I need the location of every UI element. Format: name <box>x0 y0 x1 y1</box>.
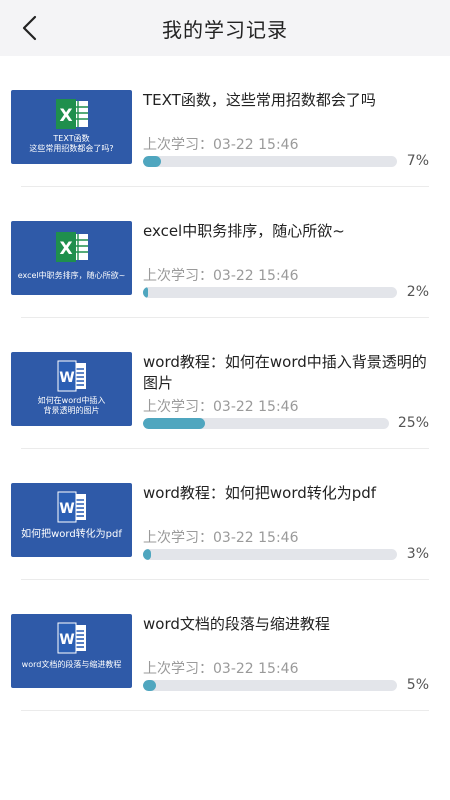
list-item[interactable]: X excel中职务排序，随心所欲~ excel中职务排序，随心所欲~ 上次学习… <box>0 187 450 318</box>
divider <box>21 710 429 711</box>
course-thumbnail[interactable]: X TEXT函数 这些常用招数都会了吗? <box>11 90 132 164</box>
last-study-time: 上次学习：03-22 15:46 <box>143 530 299 546</box>
course-title: excel中职务排序，随心所欲~ <box>143 222 345 240</box>
svg-text:X: X <box>59 106 72 126</box>
progress-fill <box>143 418 205 429</box>
back-button[interactable] <box>14 12 46 44</box>
course-title: word教程：如何在word中插入背景透明的图片 <box>143 353 427 392</box>
list-item[interactable]: W 如何把word转化为pdf word教程：如何把word转化为pdf 上次学… <box>0 449 450 580</box>
progress-fill <box>143 156 161 167</box>
progress-percent: 3% <box>406 546 429 562</box>
progress-bar <box>143 287 397 298</box>
word-icon: W <box>57 491 86 523</box>
list-item[interactable]: W word文档的段落与缩进教程 word文档的段落与缩进教程 上次学习：03-… <box>0 580 450 711</box>
course-thumbnail[interactable]: W 如何把word转化为pdf <box>11 483 132 557</box>
course-title: TEXT函数，这些常用招数都会了吗 <box>143 91 376 109</box>
progress-percent: 25% <box>397 415 429 431</box>
last-study-time: 上次学习：03-22 15:46 <box>143 137 299 153</box>
svg-text:X: X <box>59 239 72 259</box>
thumbnail-caption: 如何把word转化为pdf <box>21 529 122 540</box>
progress-percent: 2% <box>406 284 429 300</box>
course-title: word文档的段落与缩进教程 <box>143 615 330 633</box>
progress-fill <box>143 680 156 691</box>
thumbnail-caption: 如何在word中插入 背景透明的图片 <box>37 396 106 415</box>
excel-icon: X <box>55 99 88 129</box>
progress-fill <box>143 287 149 298</box>
course-thumbnail[interactable]: X excel中职务排序，随心所欲~ <box>11 221 132 295</box>
header-bar: 我的学习记录 <box>0 0 450 56</box>
progress-bar <box>143 418 389 429</box>
thumbnail-caption: excel中职务排序，随心所欲~ <box>17 271 126 280</box>
progress-bar <box>143 549 397 560</box>
course-thumbnail[interactable]: W word文档的段落与缩进教程 <box>11 614 132 688</box>
page-title: 我的学习记录 <box>162 17 288 42</box>
svg-text:W: W <box>59 632 74 648</box>
thumbnail-caption: TEXT函数 这些常用招数都会了吗? <box>29 134 114 153</box>
last-study-time: 上次学习：03-22 15:46 <box>143 399 299 415</box>
list-item[interactable]: W 如何在word中插入 背景透明的图片 word教程：如何在word中插入背景… <box>0 318 450 449</box>
list-item[interactable]: X TEXT函数 这些常用招数都会了吗? TEXT函数，这些常用招数都会了吗 上… <box>0 56 450 187</box>
progress-fill <box>143 549 151 560</box>
progress-bar <box>143 680 397 691</box>
word-icon: W <box>57 622 86 654</box>
thumbnail-caption: word文档的段落与缩进教程 <box>21 660 122 669</box>
word-icon: W <box>57 360 86 392</box>
last-study-time: 上次学习：03-22 15:46 <box>143 268 299 284</box>
svg-text:W: W <box>59 370 74 386</box>
course-thumbnail[interactable]: W 如何在word中插入 背景透明的图片 <box>11 352 132 426</box>
progress-bar <box>143 156 397 167</box>
svg-text:W: W <box>59 501 74 517</box>
course-title: word教程：如何把word转化为pdf <box>143 484 377 502</box>
progress-percent: 5% <box>406 677 429 693</box>
excel-icon: X <box>55 232 88 262</box>
progress-percent: 7% <box>406 153 429 169</box>
chevron-left-icon <box>22 15 37 41</box>
last-study-time: 上次学习：03-22 15:46 <box>143 661 299 677</box>
